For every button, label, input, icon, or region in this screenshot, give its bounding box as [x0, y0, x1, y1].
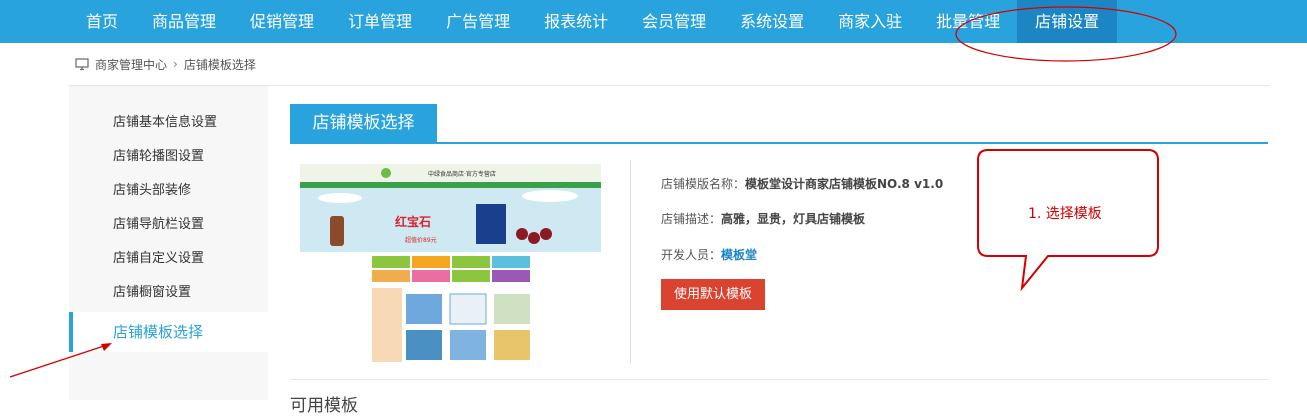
- sidebar-item-custom[interactable]: 店铺自定义设置: [69, 242, 268, 276]
- thumb-cloud-1: [318, 193, 362, 203]
- nav-item-members[interactable]: 会员管理: [625, 0, 723, 43]
- template-desc-value: 高雅，显贵，灯具店铺模板: [721, 212, 866, 226]
- thumb-cat-2: [412, 256, 450, 268]
- template-dev-label: 开发人员：: [661, 248, 722, 262]
- thumb-side-promo: [372, 288, 402, 362]
- top-navigation: 首页 商品管理 促销管理 订单管理 广告管理 报表统计 会员管理 系统设置 商家…: [0, 0, 1307, 43]
- callout-label: 1. 选择模板: [1028, 206, 1102, 222]
- template-name-value: 模板堂设计商家店铺模板NO.8 v1.0: [745, 177, 944, 191]
- nav-item-ads[interactable]: 广告管理: [429, 0, 527, 43]
- thumb-product-3: [494, 294, 530, 324]
- breadcrumb: 商家管理中心 › 店铺模板选择: [69, 43, 1269, 86]
- available-templates-title: 可用模板: [290, 396, 358, 416]
- thumb-cat-8: [492, 270, 530, 282]
- thumb-banner-title: 中绿食品商店·官方专营店: [428, 170, 496, 178]
- sidebar-item-template-select[interactable]: 店铺模板选择: [69, 312, 268, 352]
- nav-item-reports[interactable]: 报表统计: [527, 0, 625, 43]
- thumb-product-5: [450, 330, 486, 360]
- nav-item-orders[interactable]: 订单管理: [331, 0, 429, 43]
- nav-item-merchant[interactable]: 商家入驻: [821, 0, 919, 43]
- thumb-promo-text: 红宝石: [395, 214, 431, 229]
- tab-bar: 店铺模板选择: [290, 104, 1268, 144]
- thumb-cat-4: [492, 256, 530, 268]
- nav-item-batch[interactable]: 批量管理: [919, 0, 1017, 43]
- thumb-cat-1: [372, 256, 410, 268]
- page-gutter: [0, 86, 69, 400]
- thumb-cloud-2: [522, 190, 578, 202]
- thumb-product-2: [449, 293, 487, 325]
- sidebar-item-header-decoration[interactable]: 店铺头部装修: [69, 174, 268, 208]
- template-name-row: 店铺模版名称：模板堂设计商家店铺模板NO.8 v1.0: [661, 175, 943, 192]
- nav-item-home[interactable]: 首页: [69, 0, 135, 43]
- thumb-cat-7: [452, 270, 490, 282]
- vertical-divider: [630, 160, 631, 364]
- top-nav-items: 首页 商品管理 促销管理 订单管理 广告管理 报表统计 会员管理 系统设置 商家…: [69, 0, 1118, 43]
- thumb-product-box: [476, 204, 506, 244]
- breadcrumb-separator: ›: [173, 57, 178, 71]
- thumb-nav-strip: [300, 182, 601, 188]
- template-desc-row: 店铺描述：高雅，显贵，灯具店铺模板: [661, 210, 865, 227]
- sidebar-item-showcase[interactable]: 店铺橱窗设置: [69, 276, 268, 310]
- thumb-product-1: [406, 294, 442, 324]
- thumb-fruit-1: [516, 228, 528, 240]
- template-name-label: 店铺模版名称：: [661, 177, 746, 191]
- nav-item-store-settings[interactable]: 店铺设置: [1017, 0, 1118, 43]
- monitor-icon: [75, 58, 89, 71]
- use-default-template-button[interactable]: 使用默认模板: [661, 279, 765, 310]
- nav-item-goods[interactable]: 商品管理: [135, 0, 233, 43]
- main-content: 店铺模板选择 中绿食品商店·官方专营店 红宝石 超值价89元 店铺模版名称：模板…: [268, 86, 1268, 416]
- thumb-price-text: 超值价89元: [405, 236, 437, 244]
- breadcrumb-current: 店铺模板选择: [183, 57, 256, 72]
- sidebar-item-basic-info[interactable]: 店铺基本信息设置: [69, 106, 268, 140]
- thumb-logo-icon: [381, 168, 391, 178]
- thumb-product-4: [406, 330, 442, 360]
- thumb-fruit-2: [528, 232, 540, 244]
- section-divider: [290, 379, 1268, 380]
- template-thumbnail[interactable]: 中绿食品商店·官方专营店 红宝石 超值价89元: [300, 164, 601, 367]
- template-dev-link[interactable]: 模板堂: [721, 248, 757, 262]
- tab-template-select[interactable]: 店铺模板选择: [290, 104, 437, 142]
- sidebar-item-navbar[interactable]: 店铺导航栏设置: [69, 208, 268, 242]
- thumb-fruit-3: [540, 228, 552, 240]
- thumb-suitcase: [330, 216, 344, 246]
- sidebar: 店铺基本信息设置 店铺轮播图设置 店铺头部装修 店铺导航栏设置 店铺自定义设置 …: [69, 86, 268, 400]
- thumb-cat-5: [372, 270, 410, 282]
- thumb-cat-6: [412, 270, 450, 282]
- nav-item-promotion[interactable]: 促销管理: [233, 0, 331, 43]
- template-dev-row: 开发人员：模板堂: [661, 246, 757, 263]
- nav-item-system[interactable]: 系统设置: [723, 0, 821, 43]
- template-desc-label: 店铺描述：: [661, 212, 722, 226]
- thumb-cat-3: [452, 256, 490, 268]
- breadcrumb-root[interactable]: 商家管理中心: [95, 56, 167, 73]
- thumb-product-6: [494, 330, 530, 360]
- sidebar-item-carousel[interactable]: 店铺轮播图设置: [69, 140, 268, 174]
